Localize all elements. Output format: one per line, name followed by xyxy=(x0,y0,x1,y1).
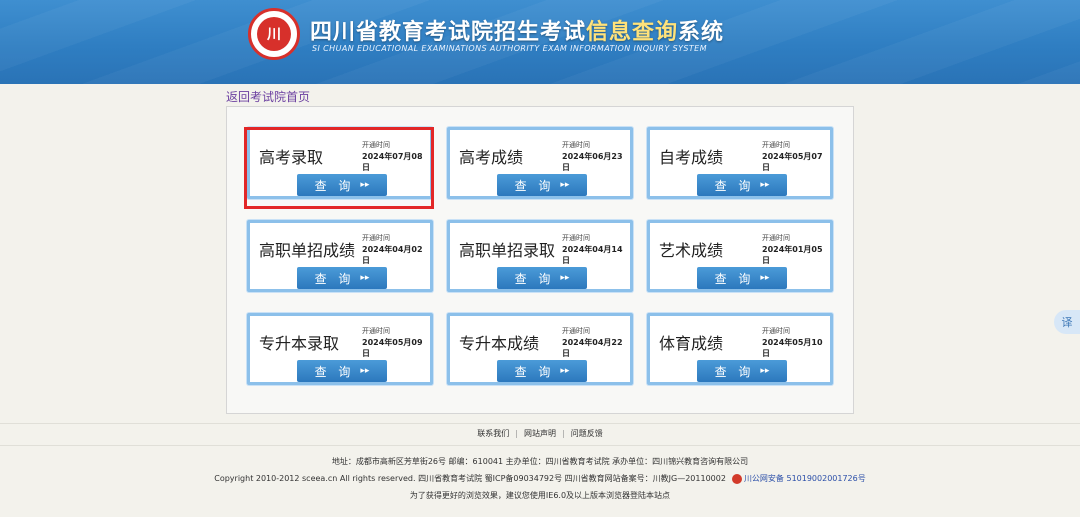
query-button-label: 查 询 xyxy=(314,178,355,193)
site-title-highlight: 信息查询 xyxy=(586,20,679,45)
site-title: 四川省教育考试院招生考试信息查询系统 xyxy=(310,14,724,46)
double-arrow-icon: ▸▸ xyxy=(560,273,570,283)
card-upgrade-score: 专升本成绩 开通时间 2024年04月22日 查 询 ▸▸ xyxy=(447,313,633,385)
card-upgrade-admission: 专升本录取 开通时间 2024年05月09日 查 询 ▸▸ xyxy=(247,313,433,385)
open-date: 2024年04月14日 xyxy=(562,245,623,265)
card-self-study-score: 自考成绩 开通时间 2024年05月07日 查 询 ▸▸ xyxy=(647,127,833,199)
double-arrow-icon: ▸▸ xyxy=(560,180,570,190)
footer-browser-tip: 为了获得更好的浏览效果，建议您使用IE6.0及以上版本浏览器登陆本站点 xyxy=(409,491,671,500)
query-button-label: 查 询 xyxy=(514,364,555,379)
footer-copyright: Copyright 2010-2012 sceea.cn All rights … xyxy=(0,473,1080,484)
query-button[interactable]: 查 询 ▸▸ xyxy=(697,174,787,196)
open-time-label: 开通时间 xyxy=(762,141,790,149)
double-arrow-icon: ▸▸ xyxy=(760,180,770,190)
copyright-text: Copyright 2010-2012 sceea.cn All rights … xyxy=(214,474,726,483)
site-logo[interactable]: 川 xyxy=(248,8,300,60)
card-title: 专升本成绩 xyxy=(459,334,540,353)
card-title: 高考成绩 xyxy=(459,148,524,167)
card-vocational-single-score: 高职单招成绩 开通时间 2024年04月02日 查 询 ▸▸ xyxy=(247,220,433,292)
query-button[interactable]: 查 询 ▸▸ xyxy=(497,360,587,382)
open-date: 2024年06月23日 xyxy=(562,152,623,172)
card-title: 专升本录取 xyxy=(259,334,340,353)
card-title: 体育成绩 xyxy=(659,334,724,353)
query-button[interactable]: 查 询 ▸▸ xyxy=(497,174,587,196)
police-record-link[interactable]: 川公网安备 51019002001726号 xyxy=(744,474,866,483)
open-date: 2024年01月05日 xyxy=(762,245,823,265)
query-button-label: 查 询 xyxy=(714,364,755,379)
query-button[interactable]: 查 询 ▸▸ xyxy=(297,360,387,382)
card-vocational-single-admission: 高职单招录取 开通时间 2024年04月14日 查 询 ▸▸ xyxy=(447,220,633,292)
card-title: 高职单招录取 xyxy=(459,241,556,260)
footer-nav: 联系我们 | 网站声明 | 问题反馈 xyxy=(477,429,603,438)
double-arrow-icon: ▸▸ xyxy=(360,366,370,376)
double-arrow-icon: ▸▸ xyxy=(360,273,370,283)
card-gaokao-admission: 高考录取 开通时间 2024年07月08日 查 询 ▸▸ xyxy=(247,127,433,199)
query-button[interactable]: 查 询 ▸▸ xyxy=(497,267,587,289)
site-header: 川 四川省教育考试院招生考试信息查询系统 SI CHUAN EDUCATIONA… xyxy=(0,0,1080,84)
footer-address: 地址：成都市高新区芳草街26号 邮编：610041 主办单位：四川省教育考试院 … xyxy=(331,457,749,466)
double-arrow-icon: ▸▸ xyxy=(360,180,370,190)
open-time-label: 开通时间 xyxy=(562,234,590,242)
translate-button[interactable]: 译 xyxy=(1054,310,1080,334)
double-arrow-icon: ▸▸ xyxy=(760,366,770,376)
open-time-label: 开通时间 xyxy=(362,327,390,335)
open-date: 2024年05月07日 xyxy=(762,152,823,172)
open-time-label: 开通时间 xyxy=(562,327,590,335)
query-button[interactable]: 查 询 ▸▸ xyxy=(297,267,387,289)
open-date: 2024年05月09日 xyxy=(362,338,423,358)
open-time-label: 开通时间 xyxy=(362,234,390,242)
footer-link-contact[interactable]: 联系我们 xyxy=(477,429,509,438)
card-art-score: 艺术成绩 开通时间 2024年01月05日 查 询 ▸▸ xyxy=(647,220,833,292)
open-time-label: 开通时间 xyxy=(762,234,790,242)
open-date: 2024年05月10日 xyxy=(762,338,823,358)
open-time-label: 开通时间 xyxy=(762,327,790,335)
query-button-label: 查 询 xyxy=(514,178,555,193)
police-badge-icon xyxy=(731,473,742,484)
query-button[interactable]: 查 询 ▸▸ xyxy=(297,174,387,196)
open-time-label: 开通时间 xyxy=(362,141,390,149)
footer-link-statement[interactable]: 网站声明 xyxy=(524,429,556,438)
site-title-main: 四川省教育考试院招生考试 xyxy=(310,20,587,45)
card-title: 高考录取 xyxy=(259,148,324,167)
card-title: 高职单招成绩 xyxy=(259,241,356,260)
query-button-label: 查 询 xyxy=(314,364,355,379)
footer-link-feedback[interactable]: 问题反馈 xyxy=(571,429,603,438)
query-button-label: 查 询 xyxy=(714,178,755,193)
card-title: 艺术成绩 xyxy=(659,241,724,260)
open-date: 2024年04月22日 xyxy=(562,338,623,358)
site-title-tail: 系统 xyxy=(678,20,725,45)
query-panel: 高考录取 开通时间 2024年07月08日 查 询 ▸▸ 高考成绩 开通时间 20… xyxy=(226,106,854,414)
query-button[interactable]: 查 询 ▸▸ xyxy=(697,267,787,289)
logo-emblem-icon: 川 xyxy=(257,17,291,51)
open-date: 2024年04月02日 xyxy=(362,245,423,265)
query-button-label: 查 询 xyxy=(514,271,555,286)
double-arrow-icon: ▸▸ xyxy=(760,273,770,283)
query-button-label: 查 询 xyxy=(714,271,755,286)
open-time-label: 开通时间 xyxy=(562,141,590,149)
card-gaokao-score: 高考成绩 开通时间 2024年06月23日 查 询 ▸▸ xyxy=(447,127,633,199)
query-button[interactable]: 查 询 ▸▸ xyxy=(697,360,787,382)
double-arrow-icon: ▸▸ xyxy=(560,366,570,376)
open-date: 2024年07月08日 xyxy=(362,152,423,172)
card-pe-score: 体育成绩 开通时间 2024年05月10日 查 询 ▸▸ xyxy=(647,313,833,385)
back-to-home-link[interactable]: 返回考试院首页 xyxy=(226,88,310,105)
card-title: 自考成绩 xyxy=(659,148,724,167)
query-button-label: 查 询 xyxy=(314,271,355,286)
site-subtitle: SI CHUAN EDUCATIONAL EXAMINATIONS AUTHOR… xyxy=(312,44,707,53)
